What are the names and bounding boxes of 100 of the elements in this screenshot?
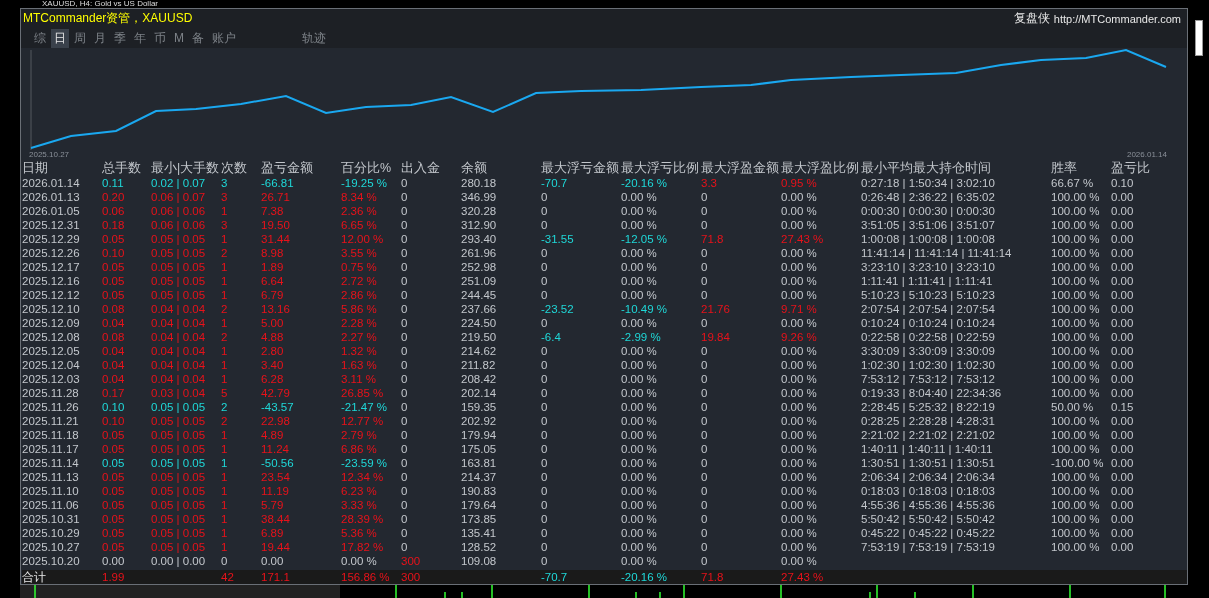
table-cell-text: 208.42 [461,372,498,386]
table-cell-text: 2025.10.29 [22,526,81,540]
table-cell-text: 0.05 [102,260,126,274]
table-cell-text: 0.10 [102,400,126,414]
table-cell-text: 0.00 % [621,372,658,386]
table-cell-text: 312.90 [461,218,498,232]
table-cell-text: 0.00 % [621,498,658,512]
table-cell-text: 0.00 [1111,302,1135,316]
table-cell-text: 0:22:58 | 0:22:58 | 0:22:59 [861,330,996,344]
table-cell-text: 0.00 % [621,484,658,498]
table-cell-text: 1 [221,344,229,358]
table-cell-text: 0.04 [102,316,126,330]
table-cell-text: 0.08 [102,330,126,344]
column-header: 日期 [22,160,49,177]
period-tab[interactable]: 综 [31,28,49,48]
table-cell-text: 2025.11.13 [22,470,80,484]
table-cell-text: 0.05 | 0.05 [151,526,207,540]
track-tab[interactable]: 轨迹 [299,28,329,48]
table-cell-text: 0.05 | 0.05 [151,512,207,526]
table-cell-text: 0 [541,274,549,288]
table-cell-text: 12.34 % [341,470,385,484]
table-cell-text: 0.00 | 0.00 [151,554,207,568]
table-cell-text: -20.16 % [621,570,669,584]
table-cell-text: 100.00 % [1051,470,1101,484]
column-header: 胜率 [1051,160,1078,177]
table-cell-text: -20.16 % [621,176,669,190]
period-tab[interactable]: 日 [51,28,69,48]
table-cell-text: 0 [701,190,709,204]
table-cell-text: 214.62 [461,344,498,358]
table-cell-text: 0 [541,414,549,428]
table-cell-text: 2025.11.17 [22,442,80,456]
table-cell-text: 0.04 | 0.04 [151,316,207,330]
period-tab[interactable]: 币 [151,28,169,48]
table-cell-text: -2.99 % [621,330,662,344]
table-cell-text: 0.00 [1111,204,1135,218]
table-cell-text: 0.06 [102,204,126,218]
period-tab[interactable]: 账户 [209,28,239,48]
table-cell-text: 0 [401,316,409,330]
table-cell-text: 2026.01.13 [22,190,81,204]
chart-window-title: XAUUSD, H4: Gold vs US Dollar [42,0,159,8]
table-cell-text: -19.25 % [341,176,389,190]
column-header: 最大浮亏金额 [541,160,620,177]
table-cell-text: 100.00 % [1051,414,1101,428]
table-cell-text: 219.50 [461,330,498,344]
table-cell-text: 0 [401,302,409,316]
table-cell-text: 2025.10.27 [22,540,81,554]
table-cell-text: 0.05 | 0.05 [151,260,207,274]
period-tab[interactable]: 周 [71,28,89,48]
table-cell-text: 2025.11.06 [22,498,80,512]
table-cell-text: 100.00 % [1051,274,1101,288]
table-cell-text: 0.05 | 0.05 [151,288,207,302]
period-tab[interactable]: 备 [189,28,207,48]
table-cell-text: 5.86 % [341,302,378,316]
table-cell-text: 135.41 [461,526,498,540]
table-cell-text: 0 [701,470,709,484]
table-cell-text: 0 [401,498,409,512]
period-tab[interactable]: 季 [111,28,129,48]
table-cell-text: 0.00 % [781,484,818,498]
table-cell-text: 0 [401,372,409,386]
table-cell-text: 0.04 | 0.04 [151,358,207,372]
table-cell-text: 0.05 | 0.05 [151,246,207,260]
table-cell-text: 0.15 [1111,400,1135,414]
table-cell-text: 0 [541,260,549,274]
table-cell-text: 100.00 % [1051,288,1101,302]
table-cell-text: 0.00 % [621,344,658,358]
table-cell-text: 17.82 % [341,540,385,554]
table-cell-text: 0.00 % [621,456,658,470]
table-cell-text: 合计 [22,570,47,584]
table-cell-text: 0.00 % [781,414,818,428]
column-header: 最大浮亏比例 [621,160,700,177]
table-cell-text: 0.00 % [781,554,818,568]
table-cell-text: 100.00 % [1051,260,1101,274]
table-cell-text: 0 [401,204,409,218]
table-cell-text: 0 [541,540,549,554]
table-cell-text: 0 [401,190,409,204]
table-cell-text: 0.10 [102,414,126,428]
table-cell-text: 2.79 % [341,428,378,442]
table-cell-text: 2025.12.29 [22,232,81,246]
table-cell-text: 0.00 [1111,260,1135,274]
table-cell-text: 2026.01.05 [22,204,81,218]
period-tab[interactable]: M [171,30,187,46]
period-tab[interactable]: 月 [91,28,109,48]
table-cell-text: 38.44 [261,512,291,526]
table-cell-text: 0:27:18 | 1:50:34 | 3:02:10 [861,176,996,190]
table-cell-text: 0.00 [1111,316,1135,330]
table-cell-text: 0 [401,400,409,414]
table-cell-text: 0 [701,400,709,414]
table-cell-text: 0.05 | 0.05 [151,232,207,246]
table-cell-text: 0.05 | 0.05 [151,442,207,456]
website-link[interactable]: http://MTCommander.com [1053,12,1181,25]
table-cell-text: 0.00 [1111,414,1135,428]
table-cell-text: 3 [221,190,229,204]
table-cell-text: 2025.12.04 [22,358,81,372]
table-cell-text: -10.49 % [621,302,669,316]
table-cell-text: 0 [401,540,409,554]
table-cell-text: 1 [221,526,229,540]
period-tab[interactable]: 年 [131,28,149,48]
table-cell-text: 3.3 [701,176,718,190]
table-cell-text: 2025.11.26 [22,400,80,414]
table-cell-text: 0.00 % [781,498,818,512]
